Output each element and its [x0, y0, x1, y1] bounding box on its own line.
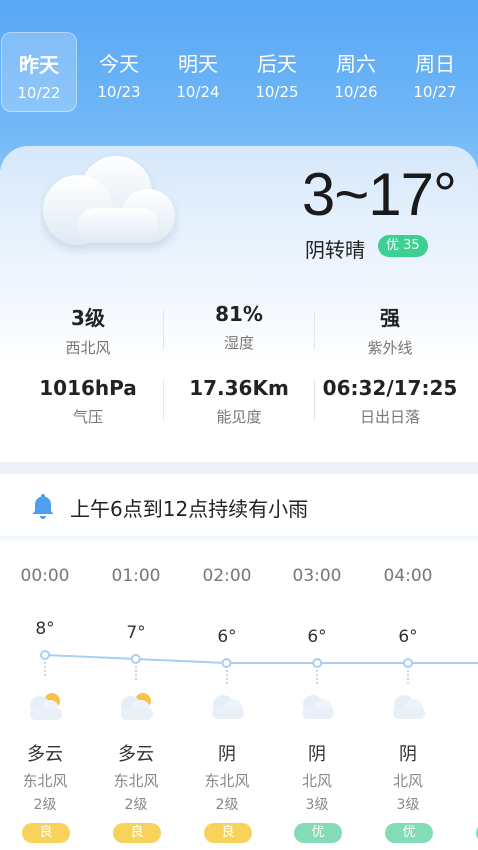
temperature-marker — [407, 670, 409, 684]
hour-aqi-badge: 良 — [204, 823, 252, 843]
hour-aqi-badge: 优 — [294, 823, 342, 843]
temperature-point — [403, 658, 413, 668]
hour-time: 03:00 — [292, 566, 342, 586]
hour-time: 04:00 — [383, 566, 433, 586]
hour-wind-level: 3级 — [396, 797, 420, 813]
stat-value: 3级 — [71, 306, 105, 330]
hour-wind-level: 2级 — [215, 797, 239, 813]
stat-sunrise-sunset: 06:32/17:25 日出日落 — [315, 376, 465, 427]
hour-condition: 阴 — [218, 744, 236, 765]
weather-condition: 阴转晴 — [305, 238, 365, 262]
temperature-range: 3~17° — [301, 161, 457, 228]
hour-condition: 阴 — [399, 744, 417, 765]
stat-uv: 强 紫外线 — [315, 302, 465, 358]
stat-label: 气压 — [72, 408, 103, 426]
hour-wind-level: 2级 — [33, 797, 57, 813]
tab-day-2[interactable]: 明天 10/24 — [160, 32, 236, 112]
cloud-icon — [43, 156, 175, 245]
tab-day-1[interactable]: 今天 10/23 — [81, 32, 157, 112]
stat-divider — [163, 380, 164, 420]
partly-cloudy-icon — [121, 693, 153, 720]
tab-day-date: 10/25 — [255, 83, 299, 101]
temperature-point — [130, 654, 141, 664]
hourly-forecast[interactable]: 00:00 8° 多云 东北风 2级 良 01:00 7° 多云 东北风 2级 … — [0, 542, 478, 850]
stat-pressure: 1016hPa 气压 — [13, 376, 163, 427]
bell-icon — [32, 494, 54, 519]
hour-condition: 多云 — [118, 744, 154, 765]
hour-time: 01:00 — [111, 566, 161, 586]
tab-day-date: 10/24 — [176, 83, 220, 101]
tab-day-date: 10/22 — [17, 84, 61, 102]
stat-divider — [163, 310, 164, 350]
hour-temperature: 6° — [398, 627, 418, 647]
tab-day-name: 今天 — [99, 52, 139, 76]
temperature-point — [312, 658, 323, 668]
hour-wind-direction: 东北风 — [204, 772, 250, 790]
tab-day-date: 10/23 — [97, 83, 141, 101]
stat-value: 17.36Km — [189, 376, 289, 400]
hour-aqi-badge: 良 — [22, 823, 70, 843]
rain-alert-banner[interactable]: 上午6点到12点持续有小雨 — [0, 474, 478, 536]
hour-wind-direction: 东北风 — [22, 772, 68, 790]
partly-cloudy-icon — [30, 693, 62, 720]
temperature-marker — [316, 670, 318, 684]
tab-day-name: 周日 — [415, 52, 455, 76]
hour-condition: 多云 — [27, 744, 63, 765]
hour-wind-direction: 北风 — [301, 772, 332, 790]
cloud-icon — [393, 695, 425, 719]
hour-aqi-badge: 优 — [385, 823, 433, 843]
stat-value: 81% — [215, 302, 263, 326]
stat-value: 06:32/17:25 — [322, 376, 458, 400]
stat-wind: 3级 西北风 — [13, 302, 163, 358]
tab-day-3[interactable]: 后天 10/25 — [239, 32, 315, 112]
temperature-point — [221, 658, 232, 668]
tab-day-4[interactable]: 周六 10/26 — [318, 32, 394, 112]
stat-label: 能见度 — [216, 408, 262, 426]
hour-wind-direction: 东北风 — [113, 772, 159, 790]
alert-text: 上午6点到12点持续有小雨 — [70, 497, 309, 521]
hour-temperature: 6° — [307, 627, 327, 647]
cloud-icon — [212, 695, 244, 719]
tab-day-name: 周六 — [336, 52, 376, 76]
hour-aqi-badge: 良 — [113, 823, 161, 843]
tab-day-date: 10/27 — [413, 83, 457, 101]
stat-label: 紫外线 — [367, 339, 413, 357]
hour-wind-level: 2级 — [124, 797, 148, 813]
hour-time: 02:00 — [202, 566, 252, 586]
stat-label: 西北风 — [65, 339, 111, 357]
stat-label: 日出日落 — [359, 408, 420, 426]
tab-day-name: 后天 — [257, 52, 297, 76]
hour-temperature: 6° — [217, 627, 237, 647]
tab-day-name: 昨天 — [19, 53, 59, 77]
hour-temperature: 7° — [126, 623, 146, 643]
stat-value: 强 — [380, 306, 400, 330]
temperature-point — [40, 650, 50, 660]
stat-divider — [314, 310, 315, 350]
hour-wind-direction: 北风 — [392, 772, 423, 790]
stat-value: 1016hPa — [39, 376, 137, 400]
hour-time: 00:00 — [20, 566, 70, 586]
stat-label: 湿度 — [223, 334, 254, 352]
cloud-icon — [302, 695, 334, 719]
hour-temperature: 8° — [35, 619, 55, 639]
tab-day-5[interactable]: 周日 10/27 — [397, 32, 473, 112]
hour-wind-level: 3级 — [305, 797, 329, 813]
aqi-badge[interactable]: 优 35 — [378, 235, 428, 257]
hour-condition: 阴 — [308, 744, 326, 765]
tab-day-0[interactable]: 昨天 10/22 — [1, 32, 77, 112]
stat-divider — [314, 380, 315, 420]
stat-visibility: 17.36Km 能见度 — [164, 376, 314, 427]
stat-humidity: 81% 湿度 — [164, 302, 314, 353]
temperature-marker — [44, 662, 46, 676]
temperature-marker — [226, 670, 228, 684]
section-separator — [0, 462, 478, 474]
day-tabs: 昨天 10/22 今天 10/23 明天 10/24 后天 10/25 周六 1… — [0, 32, 478, 112]
tab-day-name: 明天 — [178, 52, 218, 76]
tab-day-date: 10/26 — [334, 83, 378, 101]
temperature-marker — [135, 666, 137, 680]
